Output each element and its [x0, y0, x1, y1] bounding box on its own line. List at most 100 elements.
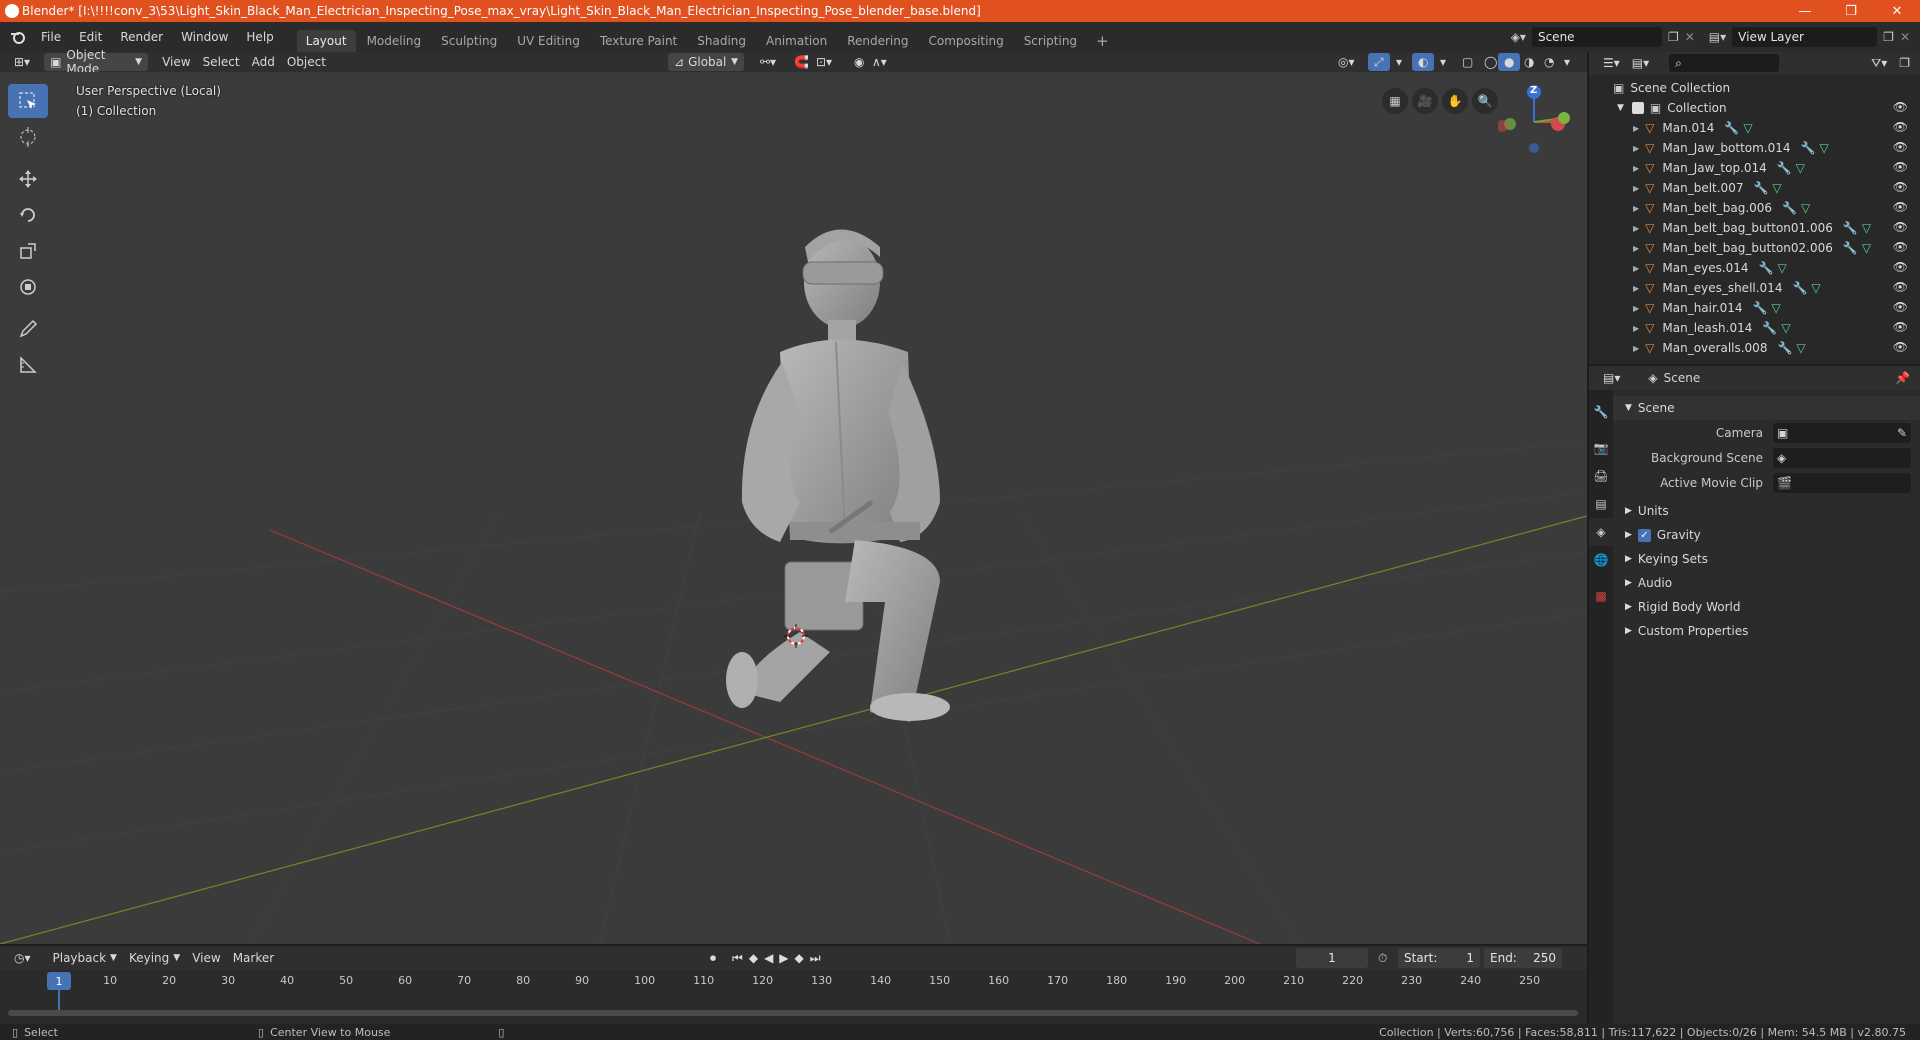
cursor-tool[interactable] [8, 120, 48, 154]
orientation-dropdown[interactable]: ⊿ Global ▼ [668, 53, 744, 71]
filter-icon[interactable]: ⛛▾ [1865, 54, 1893, 72]
world-tab-icon[interactable]: 🌐 [1589, 546, 1613, 574]
mesh-data-icon[interactable]: ▽ [1796, 161, 1805, 175]
xray-icon[interactable]: ▢ [1456, 53, 1479, 71]
editor-type-icon[interactable]: ⊞▾ [8, 53, 36, 71]
section-units[interactable]: ▶ Units [1613, 499, 1920, 523]
background-scene-field[interactable]: ◈ [1773, 447, 1911, 468]
expand-arrow-icon[interactable]: ▶ [1633, 164, 1639, 173]
outliner-scene-collection[interactable]: ▣ Scene Collection [1589, 78, 1920, 98]
view-layer-selector[interactable]: View Layer [1732, 27, 1878, 47]
select-box-tool[interactable] [8, 84, 48, 118]
modifier-wrench-icon[interactable]: 🔧 [1762, 321, 1777, 335]
play-reverse-icon[interactable]: ◀ [764, 951, 773, 966]
menu-playback[interactable]: Playback ▼ [47, 949, 123, 967]
gizmo-dropdown-icon[interactable]: ▾ [1390, 53, 1408, 71]
modifier-wrench-icon[interactable]: 🔧 [1782, 201, 1797, 215]
section-gravity[interactable]: ▶ ✓ Gravity [1613, 523, 1920, 547]
menu-window[interactable]: Window [172, 30, 237, 44]
current-frame-field[interactable]: 1 [1296, 948, 1368, 968]
timeline-scrollbar[interactable] [8, 1010, 1578, 1016]
camera-view-icon[interactable]: 🎥 [1412, 88, 1438, 114]
eye-icon[interactable]: 👁 [1893, 180, 1908, 194]
camera-field[interactable]: ▣ ✎ [1773, 422, 1911, 443]
expand-arrow-icon[interactable]: ▶ [1633, 124, 1639, 133]
modifier-wrench-icon[interactable]: 🔧 [1801, 141, 1816, 155]
section-audio[interactable]: ▶ Audio [1613, 571, 1920, 595]
visibility-icon[interactable]: ◎▾ [1332, 53, 1361, 71]
outliner-object-row[interactable]: ▶ ▽ Man_belt_bag_button01.006 🔧 ▽ 👁 [1589, 218, 1920, 238]
tab-rendering[interactable]: Rendering [838, 30, 917, 52]
mesh-data-icon[interactable]: ▽ [1772, 181, 1781, 195]
active-movie-clip-field[interactable]: 🎬 [1773, 472, 1911, 493]
tab-uv-editing[interactable]: UV Editing [508, 30, 589, 52]
eye-icon[interactable]: 👁 [1893, 140, 1908, 154]
timeline-editor-type-icon[interactable]: ◷▾ [8, 949, 37, 967]
modifier-wrench-icon[interactable]: 🔧 [1777, 161, 1792, 175]
section-rigid-body-world[interactable]: ▶ Rigid Body World [1613, 595, 1920, 619]
eye-icon[interactable]: 👁 [1893, 220, 1908, 234]
3d-viewport[interactable]: User Perspective (Local) (1) Collection … [0, 72, 1587, 944]
eye-icon[interactable]: 👁 [1893, 120, 1908, 134]
new-collection-icon[interactable]: ❐ [1893, 54, 1916, 72]
expand-arrow-icon[interactable]: ▶ [1633, 184, 1639, 193]
display-mode-icon[interactable]: ▤▾ [1626, 54, 1655, 72]
modifier-wrench-icon[interactable]: 🔧 [1753, 301, 1768, 315]
expand-arrow-icon[interactable]: ▶ [1633, 284, 1639, 293]
pan-hand-icon[interactable]: ✋ [1442, 88, 1468, 114]
mesh-data-icon[interactable]: ▽ [1743, 121, 1752, 135]
restore-button[interactable]: ❐ [1828, 0, 1874, 22]
overlay-dropdown-icon[interactable]: ▾ [1434, 53, 1452, 71]
eye-icon[interactable]: 👁 [1893, 200, 1908, 214]
3d-cursor-icon[interactable] [784, 624, 808, 648]
tab-shading[interactable]: Shading [688, 30, 755, 52]
outliner-object-row[interactable]: ▶ ▽ Man_leash.014 🔧 ▽ 👁 [1589, 318, 1920, 338]
eye-icon[interactable]: 👁 [1893, 320, 1908, 334]
gravity-checkbox[interactable]: ✓ [1637, 528, 1651, 542]
outliner-object-row[interactable]: ▶ ▽ Man_overalls.008 🔧 ▽ 👁 [1589, 338, 1920, 358]
mesh-data-icon[interactable]: ▽ [1862, 221, 1871, 235]
modifier-wrench-icon[interactable]: 🔧 [1843, 221, 1858, 235]
eye-icon[interactable]: 👁 [1893, 160, 1908, 174]
menu-edit[interactable]: Edit [70, 30, 111, 44]
tab-modeling[interactable]: Modeling [358, 30, 431, 52]
eye-icon[interactable]: 👁 [1893, 300, 1908, 314]
eye-icon[interactable]: 👁 [1893, 240, 1908, 254]
rotate-tool[interactable] [8, 198, 48, 232]
menu-file[interactable]: File [32, 30, 70, 44]
outliner-collection[interactable]: ▼ ▣ Collection 👁 [1589, 98, 1920, 118]
add-workspace-button[interactable]: + [1088, 30, 1117, 52]
navigation-gizmo[interactable] [1498, 82, 1578, 162]
modifier-wrench-icon[interactable]: 🔧 [1759, 261, 1774, 275]
pin-icon[interactable]: 📌 [1895, 371, 1910, 385]
menu-render[interactable]: Render [111, 30, 172, 44]
mesh-data-icon[interactable]: ▽ [1811, 281, 1820, 295]
new-scene-icon[interactable]: ❐ [1668, 30, 1679, 44]
render-tab-icon[interactable]: 📷 [1589, 434, 1613, 462]
tab-sculpting[interactable]: Sculpting [432, 30, 506, 52]
expand-arrow-icon[interactable]: ▶ [1633, 324, 1639, 333]
mesh-data-icon[interactable]: ▽ [1801, 201, 1810, 215]
modifier-wrench-icon[interactable]: 🔧 [1843, 241, 1858, 255]
outliner-object-row[interactable]: ▶ ▽ Man_Jaw_top.014 🔧 ▽ 👁 [1589, 158, 1920, 178]
scene-tab-icon[interactable]: ◈ [1589, 518, 1613, 546]
eyedropper-icon[interactable]: ✎ [1897, 426, 1907, 440]
view-layer-icon[interactable]: ▤▾ [1709, 30, 1726, 44]
gizmo-toggle-icon[interactable]: ⤢ [1368, 53, 1390, 71]
outliner-object-row[interactable]: ▶ ▽ Man_belt.007 🔧 ▽ 👁 [1589, 178, 1920, 198]
properties-editor-type-icon[interactable]: ▤▾ [1597, 369, 1626, 387]
blender-menu-icon[interactable] [10, 29, 26, 45]
grid-view-icon[interactable]: ▦ [1382, 88, 1408, 114]
zoom-icon[interactable]: 🔍 [1472, 88, 1498, 114]
outliner-editor-type-icon[interactable]: ☰▾ [1597, 54, 1626, 72]
overlay-toggle-icon[interactable]: ◐ [1412, 53, 1435, 71]
eye-icon[interactable]: 👁 [1893, 100, 1908, 114]
expand-arrow-icon[interactable]: ▼ [1617, 103, 1624, 113]
tab-compositing[interactable]: Compositing [919, 30, 1012, 52]
minimize-button[interactable]: — [1782, 0, 1828, 22]
prev-keyframe-icon[interactable]: ◆ [749, 951, 758, 966]
scale-tool[interactable] [8, 234, 48, 268]
texture-tab-icon[interactable]: ▩ [1589, 582, 1613, 610]
tool-tab-icon[interactable]: 🔧 [1589, 398, 1613, 426]
section-scene[interactable]: ▼ Scene [1613, 396, 1920, 420]
